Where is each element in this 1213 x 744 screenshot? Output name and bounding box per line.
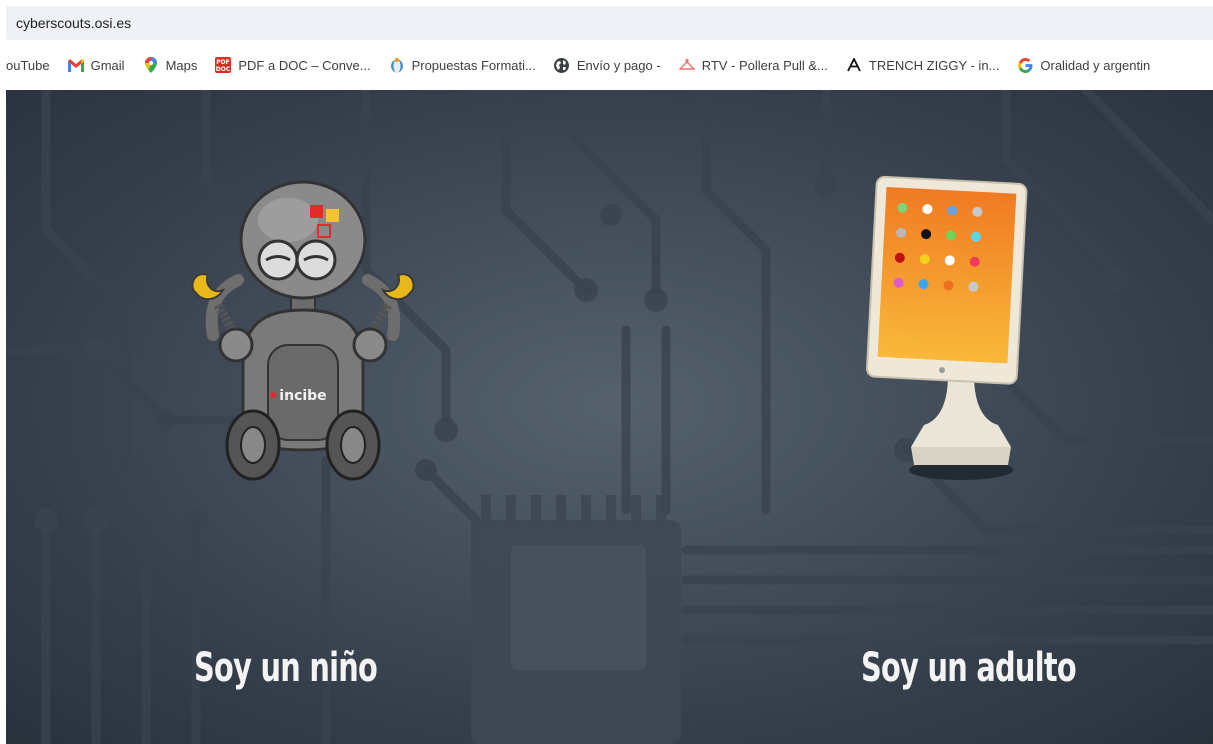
government-icon bbox=[389, 57, 405, 73]
globe-icon bbox=[554, 57, 570, 73]
bookmark-pdf-a-doc[interactable]: PDF DOC PDF a DOC – Conve... bbox=[215, 51, 371, 79]
bookmarks-bar: ouTube Gmail Maps PDF DOC PDF a DOC – Con… bbox=[0, 44, 1213, 86]
letter-a-icon bbox=[846, 57, 862, 73]
svg-text:DOC: DOC bbox=[216, 66, 231, 73]
maps-icon bbox=[143, 57, 159, 73]
bookmark-label: Gmail bbox=[90, 57, 125, 73]
adult-option-label: Soy un adulto bbox=[861, 645, 1077, 691]
bookmark-label: Oralidad y argentin bbox=[1040, 57, 1151, 73]
pdf-icon: PDF DOC bbox=[215, 57, 232, 73]
bookmark-gmail[interactable]: Gmail bbox=[67, 51, 125, 79]
address-bar[interactable]: cyberscouts.osi.es bbox=[6, 6, 1213, 40]
bookmark-trench[interactable]: TRENCH ZIGGY - in... bbox=[846, 51, 1000, 79]
bookmark-label: RTV - Pollera Pull &... bbox=[701, 57, 828, 73]
robot-mascot-image: incibe bbox=[191, 180, 415, 481]
svg-text:PDF: PDF bbox=[217, 59, 230, 66]
child-option[interactable]: incibe Soy un niño bbox=[166, 165, 446, 725]
hero-section: incibe Soy un niño Soy un adulto bbox=[6, 90, 1213, 744]
bookmark-envio[interactable]: Envío y pago - bbox=[554, 51, 661, 79]
incibe-logo: incibe bbox=[279, 388, 326, 404]
bookmark-youtube[interactable]: ouTube bbox=[6, 51, 50, 79]
url-text: cyberscouts.osi.es bbox=[16, 15, 132, 31]
bookmark-label: Maps bbox=[165, 57, 198, 73]
bookmark-rtv[interactable]: RTV - Pollera Pull &... bbox=[678, 51, 828, 79]
gmail-icon bbox=[67, 57, 84, 73]
google-icon bbox=[1017, 57, 1033, 73]
bookmark-label: Envío y pago - bbox=[576, 57, 661, 73]
bookmark-oralidad[interactable]: Oralidad y argentin bbox=[1017, 51, 1150, 79]
bookmark-label: PDF a DOC – Conve... bbox=[238, 57, 371, 73]
hanger-icon bbox=[678, 57, 695, 73]
bookmark-label: ouTube bbox=[6, 57, 50, 73]
bookmark-maps[interactable]: Maps bbox=[143, 51, 198, 79]
bookmark-label: TRENCH ZIGGY - in... bbox=[868, 57, 1000, 73]
bookmark-label: Propuestas Formati... bbox=[411, 57, 536, 73]
bookmark-propuestas[interactable]: Propuestas Formati... bbox=[389, 51, 536, 79]
child-option-label: Soy un niño bbox=[194, 645, 378, 691]
tablet-image bbox=[866, 175, 1028, 480]
adult-option[interactable]: Soy un adulto bbox=[846, 175, 1146, 725]
